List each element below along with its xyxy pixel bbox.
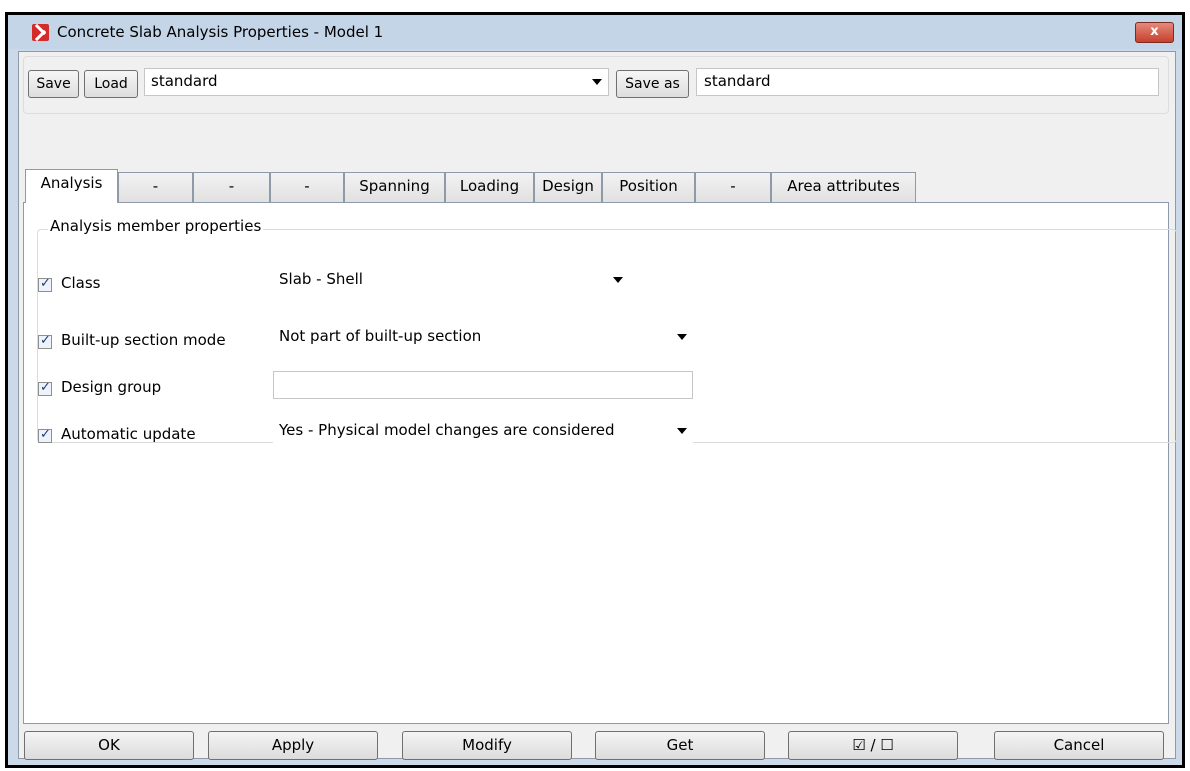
get-button[interactable]: Get bbox=[595, 731, 765, 760]
tab-analysis[interactable]: Analysis bbox=[25, 169, 118, 203]
preset-combo[interactable]: standard bbox=[144, 68, 609, 96]
tab-blank-1[interactable]: - bbox=[118, 172, 193, 202]
built-up-combo-value: Not part of built-up section bbox=[279, 327, 482, 345]
class-combo-value: Slab - Shell bbox=[279, 270, 363, 288]
title-bar[interactable]: Concrete Slab Analysis Properties - Mode… bbox=[8, 15, 1182, 49]
tab-design[interactable]: Design bbox=[534, 172, 602, 202]
app-icon bbox=[32, 24, 49, 41]
save-as-button[interactable]: Save as bbox=[616, 70, 689, 98]
tab-blank-2[interactable]: - bbox=[193, 172, 270, 202]
design-group-input[interactable] bbox=[273, 371, 693, 399]
automatic-update-combo[interactable]: Yes - Physical model changes are conside… bbox=[273, 418, 693, 446]
automatic-update-label: Automatic update bbox=[61, 425, 196, 443]
save-button[interactable]: Save bbox=[28, 70, 79, 98]
ok-button[interactable]: OK bbox=[24, 731, 194, 760]
toggle-checkboxes-button[interactable]: ☑ / ☐ bbox=[788, 731, 958, 760]
dialog-client: Save Load standard Save as standard Anal… bbox=[18, 51, 1177, 760]
dialog-window: Concrete Slab Analysis Properties - Mode… bbox=[5, 12, 1185, 768]
tab-loading[interactable]: Loading bbox=[445, 172, 534, 202]
chevron-down-icon bbox=[613, 277, 623, 283]
chevron-down-icon bbox=[677, 428, 687, 434]
modify-button[interactable]: Modify bbox=[402, 731, 572, 760]
cancel-button[interactable]: Cancel bbox=[994, 731, 1164, 760]
chevron-down-icon bbox=[592, 79, 602, 85]
tab-blank-3[interactable]: - bbox=[270, 172, 344, 202]
chevron-down-icon bbox=[677, 334, 687, 340]
preset-toolbar: Save Load standard Save as standard bbox=[23, 56, 1169, 114]
apply-button[interactable]: Apply bbox=[208, 731, 378, 760]
built-up-combo[interactable]: Not part of built-up section bbox=[273, 324, 693, 352]
save-as-input[interactable]: standard bbox=[696, 68, 1159, 96]
tab-area-attributes[interactable]: Area attributes bbox=[771, 172, 916, 202]
design-group-checkbox[interactable] bbox=[38, 380, 52, 396]
class-checkbox[interactable] bbox=[38, 276, 52, 292]
design-group-label: Design group bbox=[61, 378, 162, 396]
class-combo[interactable]: Slab - Shell bbox=[273, 267, 629, 295]
tab-blank-4[interactable]: - bbox=[695, 172, 771, 202]
load-button[interactable]: Load bbox=[84, 70, 138, 98]
built-up-label: Built-up section mode bbox=[61, 331, 226, 349]
tab-strip: Analysis - - - Spanning Loading Design P… bbox=[25, 169, 1165, 203]
automatic-update-combo-value: Yes - Physical model changes are conside… bbox=[279, 421, 615, 439]
analysis-tab-panel: Analysis member properties Class Slab - … bbox=[23, 202, 1177, 724]
automatic-update-checkbox[interactable] bbox=[38, 427, 52, 443]
class-label: Class bbox=[61, 274, 101, 292]
close-button[interactable]: x bbox=[1135, 22, 1174, 43]
preset-combo-value: standard bbox=[151, 72, 218, 90]
tab-position[interactable]: Position bbox=[602, 172, 695, 202]
window-title: Concrete Slab Analysis Properties - Mode… bbox=[57, 23, 384, 41]
built-up-checkbox[interactable] bbox=[38, 333, 52, 349]
group-title: Analysis member properties bbox=[48, 217, 264, 235]
tab-spanning[interactable]: Spanning bbox=[344, 172, 445, 202]
